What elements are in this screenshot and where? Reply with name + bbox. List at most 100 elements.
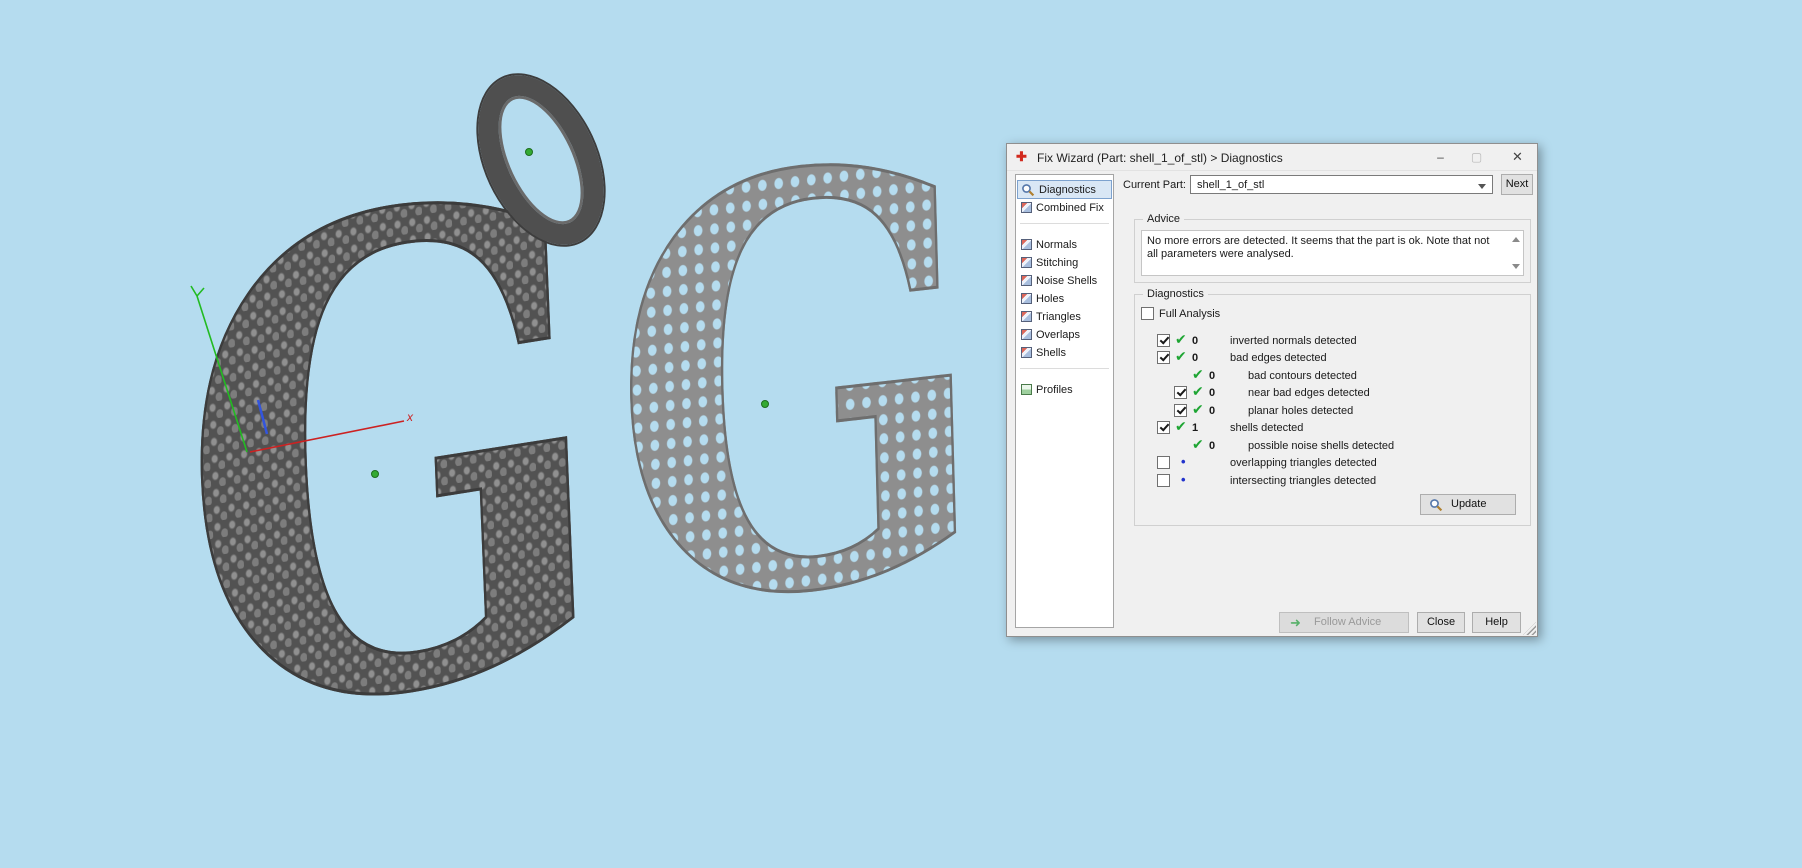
- sidebar-item-label: Combined Fix: [1036, 201, 1104, 214]
- dialog-title: Fix Wizard (Part: shell_1_of_stl) > Diag…: [1037, 151, 1283, 165]
- ok-check-icon: ✔: [1192, 437, 1204, 453]
- fix-wizard-cross-icon: ✚: [1016, 149, 1027, 164]
- follow-advice-button: ➜ Follow Advice: [1279, 612, 1409, 633]
- diagnostic-row-planar-holes: ✔ 0 planar holes detected: [1135, 402, 1530, 420]
- close-button[interactable]: Close: [1417, 612, 1465, 633]
- row-count: 0: [1209, 370, 1216, 382]
- sidebar-item-label: Holes: [1036, 292, 1065, 305]
- advice-group-title: Advice: [1143, 213, 1185, 225]
- sidebar-item-profiles[interactable]: Profiles: [1018, 381, 1111, 398]
- row-count: 1: [1192, 422, 1199, 434]
- sidebar-item-overlaps[interactable]: Overlaps: [1018, 326, 1111, 343]
- scroll-down-icon[interactable]: [1512, 264, 1520, 269]
- row-label: possible noise shells detected: [1248, 440, 1395, 452]
- row-checkbox[interactable]: [1157, 351, 1170, 364]
- row-label: overlapping triangles detected: [1230, 457, 1377, 469]
- cube-icon: [1021, 202, 1032, 213]
- update-button-label: Update: [1451, 498, 1487, 510]
- green-arrow-icon: ➜: [1290, 615, 1301, 630]
- model-letter-g-honeycomb[interactable]: G: [603, 36, 995, 739]
- row-label: near bad edges detected: [1248, 387, 1370, 399]
- diagnostic-row-bad-contours: ✔ 0 bad contours detected: [1135, 367, 1530, 385]
- sidebar-item-holes[interactable]: Holes: [1018, 290, 1111, 307]
- sidebar-item-combined-fix[interactable]: Combined Fix: [1018, 199, 1111, 216]
- row-count: 0: [1192, 335, 1199, 347]
- sidebar-separator: [1020, 368, 1109, 369]
- sidebar-item-label: Noise Shells: [1036, 274, 1098, 287]
- not-analysed-dot-icon: •: [1181, 472, 1186, 487]
- sidebar-item-label: Overlaps: [1036, 328, 1081, 341]
- ok-check-icon: ✔: [1192, 402, 1204, 418]
- cube-icon: [1021, 257, 1032, 268]
- row-checkbox[interactable]: [1157, 474, 1170, 487]
- ok-check-icon: ✔: [1175, 419, 1187, 435]
- sidebar-item-label: Triangles: [1036, 310, 1081, 323]
- current-part-combobox[interactable]: shell_1_of_stl: [1190, 175, 1493, 194]
- sidebar-item-label: Profiles: [1036, 383, 1073, 396]
- resize-grip[interactable]: [1523, 622, 1536, 635]
- maximize-button: ▢: [1470, 150, 1483, 164]
- ok-check-icon: ✔: [1192, 384, 1204, 400]
- row-checkbox[interactable]: [1174, 404, 1187, 417]
- help-button[interactable]: Help: [1472, 612, 1521, 633]
- cube-icon: [1021, 347, 1032, 358]
- ok-check-icon: ✔: [1192, 367, 1204, 383]
- row-checkbox[interactable]: [1157, 456, 1170, 469]
- full-analysis-checkbox[interactable]: [1141, 307, 1154, 320]
- diagnostic-row-inverted-normals: ✔ 0 inverted normals detected: [1135, 332, 1530, 350]
- cube-icon: [1021, 293, 1032, 304]
- row-count: 0: [1209, 405, 1216, 417]
- magnifier-icon: [1022, 183, 1035, 196]
- ok-check-icon: ✔: [1175, 349, 1187, 365]
- sidebar-item-stitching[interactable]: Stitching: [1018, 254, 1111, 271]
- row-label: bad contours detected: [1248, 370, 1357, 382]
- row-count: 0: [1192, 352, 1199, 364]
- profiles-icon: [1021, 384, 1032, 395]
- diagnostic-row-overlapping-triangles: • overlapping triangles detected: [1135, 454, 1530, 472]
- row-checkbox[interactable]: [1174, 386, 1187, 399]
- sidebar-item-noise-shells[interactable]: Noise Shells: [1018, 272, 1111, 289]
- full-analysis-row: Full Analysis: [1135, 306, 1530, 322]
- cube-icon: [1021, 275, 1032, 286]
- advice-groupbox: Advice No more errors are detected. It s…: [1134, 213, 1531, 283]
- row-label: shells detected: [1230, 422, 1304, 434]
- diagnostic-row-shells: ✔ 1 shells detected: [1135, 419, 1530, 437]
- row-count: 0: [1209, 387, 1216, 399]
- cube-icon: [1021, 239, 1032, 250]
- fix-wizard-dialog: ✚ Fix Wizard (Part: shell_1_of_stl) > Di…: [1006, 143, 1538, 637]
- sidebar-item-normals[interactable]: Normals: [1018, 236, 1111, 253]
- diagnostic-row-possible-noise-shells: ✔ 0 possible noise shells detected: [1135, 437, 1530, 455]
- magnifier-icon: [1430, 499, 1443, 512]
- update-button[interactable]: Update: [1420, 494, 1516, 515]
- diagnostic-row-intersecting-triangles: • intersecting triangles detected: [1135, 472, 1530, 490]
- row-checkbox[interactable]: [1157, 334, 1170, 347]
- sidebar-separator: [1020, 223, 1109, 224]
- ok-check-icon: ✔: [1175, 332, 1187, 348]
- advice-textbox: No more errors are detected. It seems th…: [1141, 230, 1524, 276]
- diagnostics-group-title: Diagnostics: [1143, 288, 1208, 300]
- next-button[interactable]: Next: [1501, 174, 1533, 195]
- dialog-titlebar[interactable]: ✚ Fix Wizard (Part: shell_1_of_stl) > Di…: [1007, 144, 1537, 171]
- row-checkbox[interactable]: [1157, 421, 1170, 434]
- current-part-value: shell_1_of_stl: [1197, 179, 1265, 191]
- row-label: bad edges detected: [1230, 352, 1327, 364]
- sidebar-item-triangles[interactable]: Triangles: [1018, 308, 1111, 325]
- not-analysed-dot-icon: •: [1181, 454, 1186, 469]
- follow-advice-label: Follow Advice: [1314, 616, 1382, 628]
- diagnostic-row-near-bad-edges: ✔ 0 near bad edges detected: [1135, 384, 1530, 402]
- row-count: 0: [1209, 440, 1216, 452]
- scroll-up-icon[interactable]: [1512, 237, 1520, 242]
- row-label: planar holes detected: [1248, 405, 1354, 417]
- minimize-button[interactable]: –: [1426, 144, 1455, 170]
- row-label: inverted normals detected: [1230, 335, 1357, 347]
- current-part-label: Current Part:: [1123, 179, 1186, 191]
- sidebar-item-label: Diagnostics: [1039, 183, 1096, 196]
- sidebar-item-shells[interactable]: Shells: [1018, 344, 1111, 361]
- sidebar-item-label: Stitching: [1036, 256, 1079, 269]
- close-window-button[interactable]: ✕: [1503, 144, 1532, 170]
- cube-icon: [1021, 311, 1032, 322]
- advice-text: No more errors are detected. It seems th…: [1147, 235, 1490, 260]
- row-label: intersecting triangles detected: [1230, 475, 1377, 487]
- sidebar-item-label: Shells: [1036, 346, 1066, 359]
- sidebar-item-diagnostics[interactable]: Diagnostics: [1017, 180, 1112, 199]
